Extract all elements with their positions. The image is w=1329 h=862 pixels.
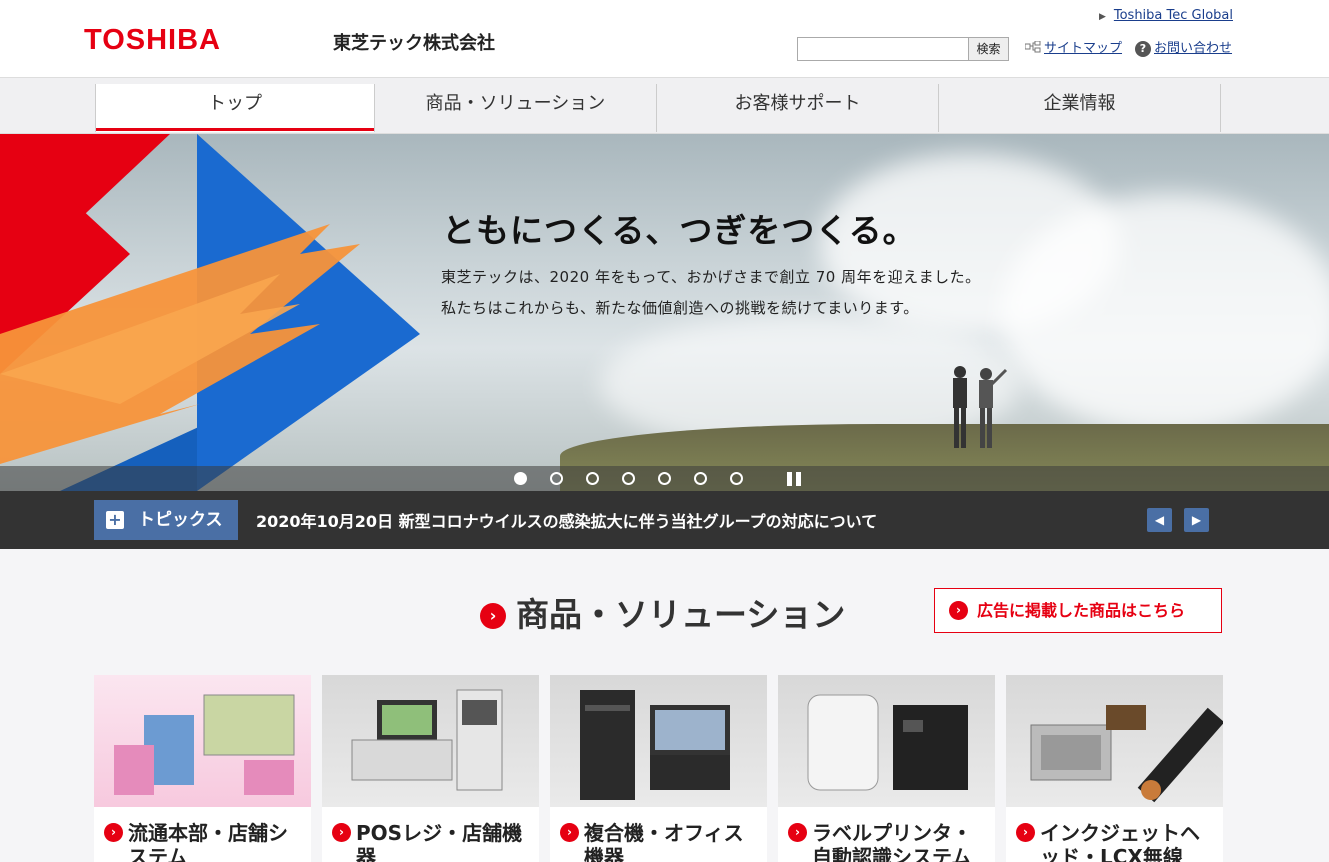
carousel-dot[interactable]: [550, 472, 563, 485]
product-card-inkjet[interactable]: › インクジェットヘッド・LCX無線: [1006, 675, 1223, 862]
nav-item-products[interactable]: 商品・ソリューション: [375, 84, 657, 132]
brand-graphic: [0, 134, 420, 491]
carousel-dot[interactable]: [694, 472, 707, 485]
ad-products-button[interactable]: › 広告に掲載した商品はこちら: [934, 588, 1222, 633]
product-card-pos[interactable]: › POSレジ・店舗機器: [322, 675, 539, 862]
contact-label[interactable]: お問い合わせ: [1154, 41, 1232, 56]
prev-arrow-icon[interactable]: ◀: [1147, 508, 1172, 532]
topics-button-label: トピックス: [138, 510, 223, 530]
cloud-shape: [1000, 194, 1329, 434]
arrow-right-icon: ▶: [1098, 12, 1106, 22]
global-site-link[interactable]: ▶ Toshiba Tec Global: [1099, 8, 1233, 23]
hero-carousel[interactable]: ともにつくる、つぎをつくる。 東芝テックは、2020 年をもって、おかげさまで創…: [0, 134, 1329, 491]
chevron-right-icon: ›: [104, 823, 123, 842]
search-button[interactable]: 検索: [968, 37, 1009, 61]
card-label: インクジェットヘッド・LCX無線: [1040, 821, 1200, 862]
carousel-dot[interactable]: [622, 472, 635, 485]
global-link-label[interactable]: Toshiba Tec Global: [1114, 8, 1233, 23]
carousel-dot[interactable]: [658, 472, 671, 485]
chevron-right-icon: ›: [332, 823, 351, 842]
inkjet-head-image: [1006, 675, 1223, 807]
chevron-right-icon: ›: [949, 601, 968, 620]
products-section-title: › 商品・ソリューション: [480, 588, 845, 636]
hikers-silhouette: [953, 366, 1008, 448]
site-header: TOSHIBA 東芝テック株式会社 ▶ Toshiba Tec Global 検索…: [0, 0, 1329, 78]
card-label: 流通本部・店舗システム: [128, 821, 288, 862]
topics-headline[interactable]: 2020年10月20日 新型コロナウイルスの感染拡大に伴う当社グループの対応につ…: [256, 508, 877, 532]
ad-button-label: 広告に掲載した商品はこちら: [977, 601, 1186, 620]
sitemap-label[interactable]: サイトマップ: [1044, 41, 1122, 56]
product-card-label-printer[interactable]: › ラベルプリンタ・自動認識システム: [778, 675, 995, 862]
topics-button[interactable]: + トピックス: [94, 500, 238, 540]
pos-register-image: [322, 675, 539, 807]
label-printer-image: [778, 675, 995, 807]
hero-line-2: 私たちはこれからも、新たな価値創造への挑戦を続けてまいります。: [441, 299, 919, 317]
nav-item-top[interactable]: トップ: [95, 84, 375, 132]
retail-system-image: [94, 675, 311, 807]
global-nav: トップ 商品・ソリューション お客様サポート 企業情報: [0, 78, 1329, 134]
carousel-dot[interactable]: [586, 472, 599, 485]
nav-item-support[interactable]: お客様サポート: [657, 84, 939, 132]
contact-link[interactable]: ? お問い合わせ: [1135, 37, 1232, 57]
hero-description: 東芝テックは、2020 年をもって、おかげさまで創立 70 周年を迎えました。 …: [441, 262, 981, 324]
hero-line-1: 東芝テックは、2020 年をもって、おかげさまで創立 70 周年を迎えました。: [441, 268, 981, 286]
hero-title: ともにつくる、つぎをつくる。: [442, 211, 917, 250]
product-card-retail[interactable]: › 流通本部・店舗システム: [94, 675, 311, 862]
next-arrow-icon[interactable]: ▶: [1184, 508, 1209, 532]
section-title-label: 商品・ソリューション: [516, 595, 846, 634]
product-card-mfp[interactable]: › 複合機・オフィス機器: [550, 675, 767, 862]
chevron-right-icon: ›: [788, 823, 807, 842]
carousel-dot[interactable]: [514, 472, 527, 485]
sitemap-link[interactable]: サイトマップ: [1025, 37, 1122, 56]
company-name[interactable]: 東芝テック株式会社: [333, 29, 495, 55]
search-input[interactable]: [797, 37, 969, 61]
carousel-controls: [0, 466, 1329, 491]
carousel-dot[interactable]: [730, 472, 743, 485]
question-icon: ?: [1135, 41, 1151, 57]
chevron-right-icon: ›: [480, 603, 506, 629]
chevron-right-icon: ›: [1016, 823, 1035, 842]
pause-icon[interactable]: [787, 472, 801, 486]
nav-item-company[interactable]: 企業情報: [939, 84, 1221, 132]
plus-icon: +: [106, 511, 124, 529]
sitemap-icon: [1025, 41, 1041, 53]
topics-bar: + トピックス 2020年10月20日 新型コロナウイルスの感染拡大に伴う当社グ…: [0, 491, 1329, 549]
card-label: POSレジ・店舗機器: [356, 821, 523, 862]
chevron-right-icon: ›: [560, 823, 579, 842]
toshiba-logo[interactable]: TOSHIBA: [84, 24, 221, 57]
card-label: ラベルプリンタ・自動認識システム: [812, 821, 972, 862]
card-label: 複合機・オフィス機器: [584, 821, 744, 862]
mfp-office-image: [550, 675, 767, 807]
